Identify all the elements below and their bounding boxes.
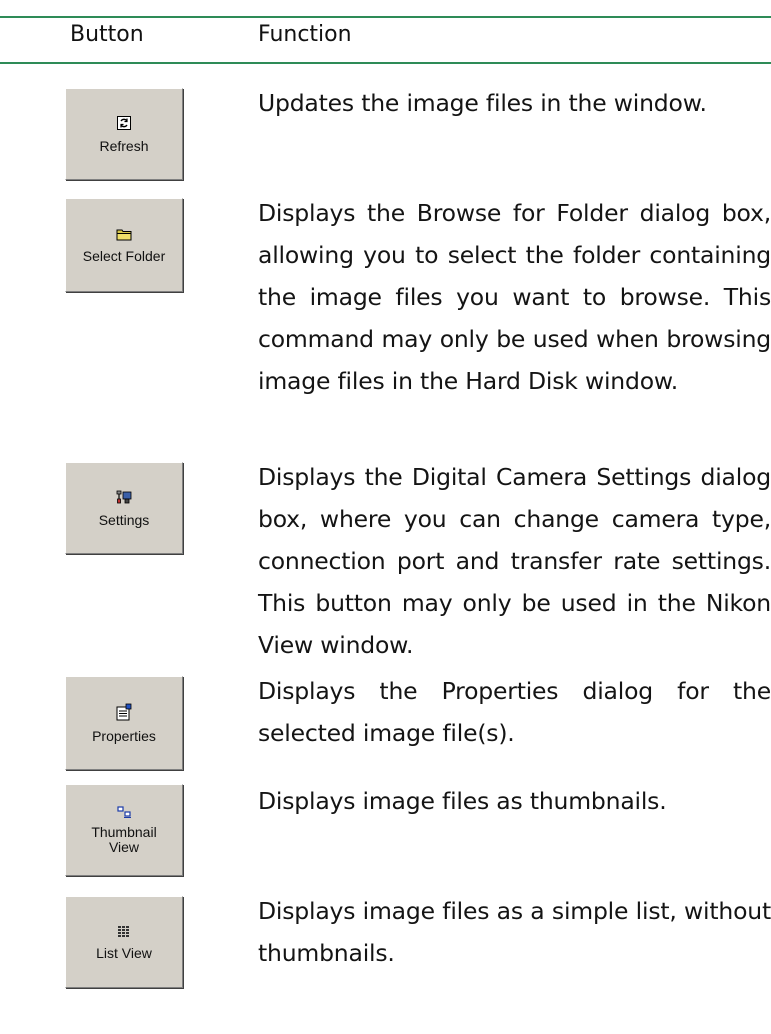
- thumbnail-view-label-line2: View: [108, 838, 140, 855]
- refresh-icon: [116, 115, 132, 134]
- settings-description: Displays the Digital Camera Settings dia…: [258, 463, 771, 659]
- top-rule: [0, 16, 771, 18]
- settings-button-label: Settings: [98, 511, 150, 528]
- thumbnail-view-icon: [116, 805, 132, 821]
- properties-icon: [115, 703, 133, 724]
- column-header-button: Button: [70, 22, 144, 47]
- folder-icon: [116, 227, 132, 244]
- list-view-description: Displays image files as a simple list, w…: [258, 897, 771, 967]
- properties-button[interactable]: Properties: [65, 676, 183, 770]
- select-folder-description: Displays the Browse for Folder dialog bo…: [258, 199, 771, 395]
- header-rule: [0, 62, 771, 64]
- thumbnail-view-label-line1: Thumbnail: [91, 823, 157, 840]
- properties-description: Displays the Properties dialog for the s…: [258, 677, 771, 747]
- settings-button[interactable]: Settings: [65, 462, 183, 554]
- list-view-icon: [116, 924, 132, 941]
- column-header-function: Function: [258, 22, 352, 47]
- refresh-description: Updates the image files in the window.: [258, 89, 707, 117]
- refresh-button[interactable]: Refresh: [65, 88, 183, 180]
- refresh-button-label: Refresh: [99, 137, 149, 154]
- thumbnail-view-button[interactable]: Thumbnail View: [65, 784, 183, 876]
- select-folder-button-label: Select Folder: [82, 247, 166, 264]
- select-folder-button[interactable]: Select Folder: [65, 198, 183, 292]
- properties-button-label: Properties: [92, 727, 156, 744]
- list-view-button-label: List View: [96, 944, 152, 961]
- thumbnail-view-description: Displays image files as thumbnails.: [258, 787, 667, 815]
- settings-icon: [115, 489, 133, 508]
- list-view-button[interactable]: List View: [65, 896, 183, 988]
